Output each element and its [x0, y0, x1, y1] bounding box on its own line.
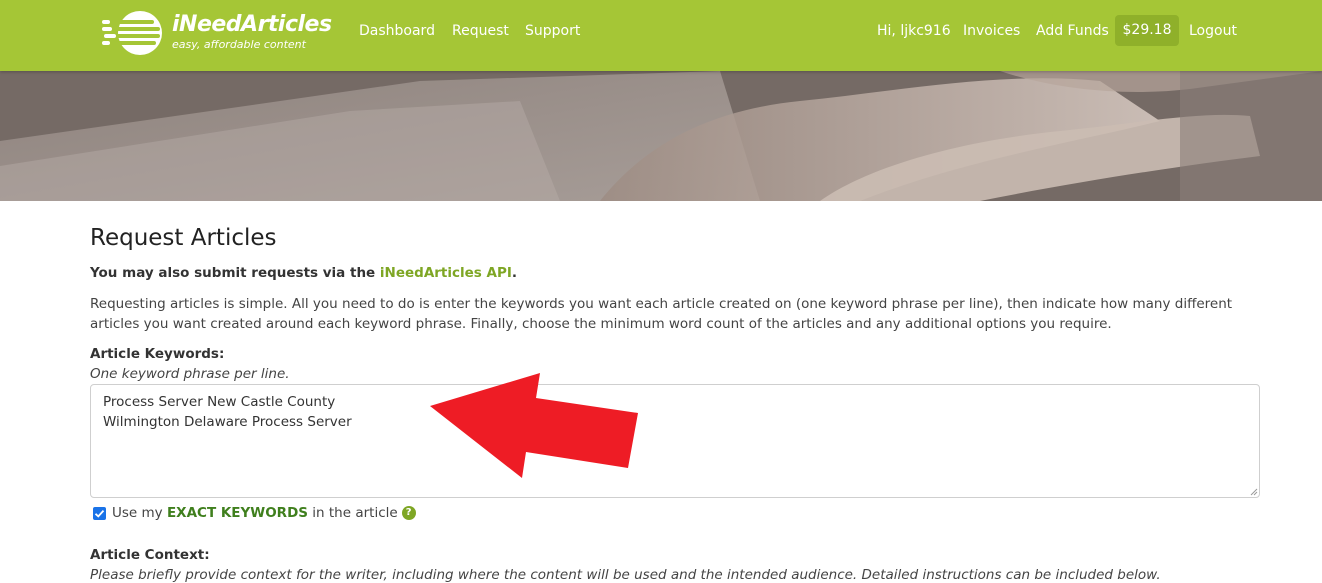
api-link[interactable]: iNeedArticles API — [380, 265, 512, 281]
hero-banner-image — [0, 71, 1322, 201]
keywords-hint: One keyword phrase per line. — [90, 366, 290, 382]
exact-keywords-prefix: Use my — [112, 505, 167, 521]
logo-lines-icon — [102, 11, 162, 55]
nav-link-request[interactable]: Request — [452, 21, 509, 41]
context-label: Article Context: — [90, 547, 210, 563]
top-navbar: iNeedArticles easy, affordable content D… — [0, 0, 1322, 71]
resize-grip-icon[interactable] — [1250, 488, 1258, 496]
nav-link-dashboard[interactable]: Dashboard — [359, 21, 435, 41]
nav-user-greeting[interactable]: Hi, ljkc916 — [877, 21, 951, 41]
nav-link-support[interactable]: Support — [525, 21, 580, 41]
brand-tagline: easy, affordable content — [172, 38, 306, 51]
nav-link-logout[interactable]: Logout — [1189, 21, 1237, 41]
api-note-prefix: You may also submit requests via the — [90, 265, 380, 281]
keyword-line: Wilmington Delaware Process Server — [103, 414, 352, 430]
question-circle-icon[interactable]: ? — [401, 506, 416, 520]
keyword-line: Process Server New Castle County — [103, 394, 336, 410]
exact-keywords-checkbox[interactable] — [93, 506, 106, 520]
api-note: You may also submit requests via the iNe… — [90, 265, 517, 281]
checkmark-icon — [94, 509, 105, 518]
keywords-label: Article Keywords: — [90, 346, 225, 362]
nav-link-add-funds[interactable]: Add Funds — [1036, 21, 1109, 41]
keywords-textarea[interactable]: Process Server New Castle County Wilming… — [90, 384, 1260, 498]
context-hint: Please briefly provide context for the w… — [90, 567, 1161, 583]
brand-logo-link[interactable]: iNeedArticles easy, affordable content — [102, 8, 342, 58]
brand-name: iNeedArticles — [172, 12, 332, 37]
exact-keywords-suffix: in the article — [308, 505, 398, 521]
page-title: Request Articles — [90, 225, 277, 251]
balance-badge[interactable]: $29.18 — [1115, 15, 1179, 46]
intro-paragraph: Requesting articles is simple. All you n… — [90, 296, 1233, 332]
exact-keywords-option: Use my EXACT KEYWORDS in the article ? — [93, 504, 416, 522]
exact-keywords-strong: EXACT KEYWORDS — [166, 505, 308, 521]
hero-photo-illustration — [0, 71, 1322, 201]
nav-link-invoices[interactable]: Invoices — [963, 21, 1020, 41]
api-note-suffix: . — [511, 265, 518, 281]
